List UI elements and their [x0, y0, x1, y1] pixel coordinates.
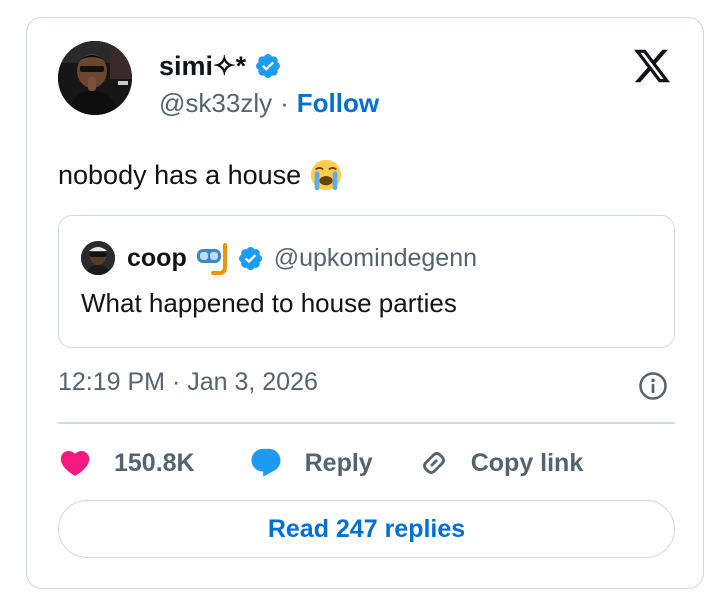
copy-link-button[interactable]: Copy link: [417, 446, 584, 480]
heart-icon: [60, 450, 90, 476]
reply-bubble-icon: [251, 448, 281, 477]
author-avatar[interactable]: [58, 41, 132, 115]
verified-badge-icon: [256, 54, 281, 78]
copy-link-label: Copy link: [470, 448, 584, 477]
follow-link[interactable]: Follow: [297, 88, 379, 119]
read-replies-button[interactable]: Read 247 replies: [58, 500, 675, 558]
reply-label: Reply: [304, 448, 373, 477]
author-display-name[interactable]: simi✧*: [159, 51, 246, 82]
quoted-header: coop @upkomindegenn: [127, 240, 477, 276]
x-logo-icon[interactable]: [631, 46, 673, 86]
quoted-display-name: coop: [127, 243, 187, 272]
verified-badge-icon: [238, 246, 262, 270]
handle-row: @sk33zly · Follow: [159, 88, 379, 119]
loudly-crying-face-icon: [311, 159, 342, 191]
diving-mask-icon: [196, 243, 227, 275]
like-button[interactable]: 150.8K: [58, 446, 195, 480]
divider: [58, 422, 675, 424]
quoted-handle: @upkomindegenn: [273, 243, 478, 272]
tweet-timestamp[interactable]: 12:19 PM · Jan 3, 2026: [58, 368, 318, 397]
action-bar: 150.8K Reply Copy link: [58, 443, 583, 483]
name-row: simi✧*: [159, 48, 379, 84]
embedded-tweet-card: simi✧* @sk33zly · Follow nobody has a ho…: [26, 17, 704, 589]
quoted-tweet[interactable]: coop @upkomindegenn What happened to hou…: [58, 215, 675, 348]
reply-button[interactable]: Reply: [249, 446, 373, 480]
link-icon: [422, 452, 445, 474]
tweet-text: nobody has a house: [58, 159, 302, 190]
author-header: simi✧* @sk33zly · Follow: [159, 48, 379, 119]
quoted-author-avatar: [81, 241, 115, 275]
quoted-text: What happened to house parties: [81, 288, 457, 318]
author-handle[interactable]: @sk33zly: [159, 88, 272, 119]
like-count: 150.8K: [114, 448, 195, 477]
info-icon[interactable]: [638, 371, 668, 401]
separator-dot: ·: [280, 88, 289, 118]
tweet-body: nobody has a house: [58, 158, 343, 192]
